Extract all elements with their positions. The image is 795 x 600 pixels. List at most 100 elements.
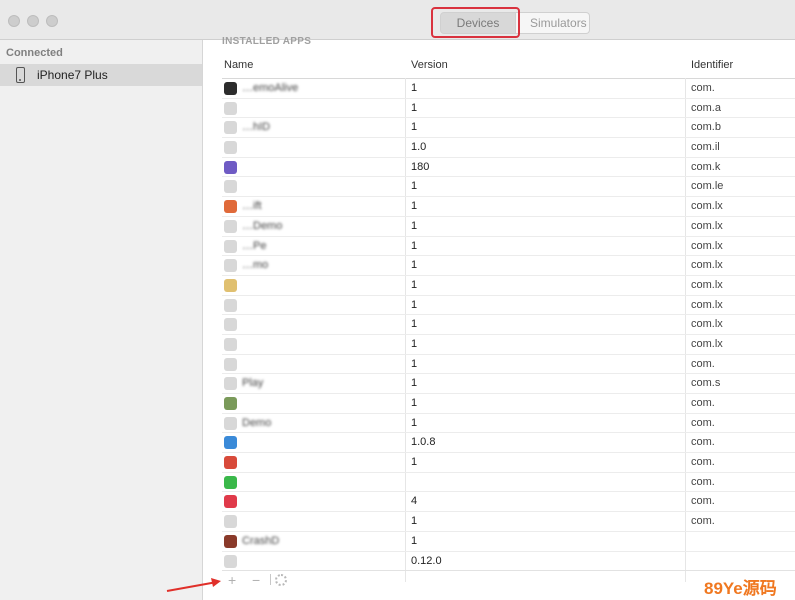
app-identifier-cell: com.lx (691, 259, 723, 272)
app-icon (224, 397, 237, 410)
table-row[interactable]: 1 com.a (222, 99, 795, 119)
app-icon (224, 416, 237, 430)
app-icon (224, 200, 237, 214)
app-identifier-cell: com.lx (691, 219, 723, 232)
table-row[interactable]: 1 com.lx (222, 276, 795, 296)
device-sidebar: Connected iPhone7 Plus (0, 40, 203, 600)
table-row[interactable]: 1.0 com.il (222, 138, 795, 158)
table-row[interactable]: Play 1 com.s (222, 374, 795, 394)
table-row[interactable]: 1 com. (222, 394, 795, 414)
table-row[interactable]: 1 com.lx (222, 296, 795, 316)
app-version-cell: 1 (411, 259, 418, 272)
app-identifier-cell: com.le (691, 180, 724, 193)
table-row[interactable]: 1.0.8 com. (222, 433, 795, 454)
annotation-arrow-icon (166, 578, 221, 592)
close-window-button[interactable] (8, 15, 20, 27)
table-row[interactable]: Demo 1 com. (222, 414, 795, 434)
minimize-window-button[interactable] (27, 15, 39, 27)
table-rows: …emoAlive 1 com. 1 com.a …hID 1 com.b 1.0 com.il 1… (222, 79, 795, 572)
table-row[interactable]: …ift 1 com.lx (222, 197, 795, 217)
app-name-cell: Play (242, 377, 264, 390)
app-icon (224, 495, 237, 509)
app-version-cell: 1 (411, 121, 418, 134)
app-version-cell: 180 (411, 160, 430, 173)
tab-simulators[interactable]: Simulators (516, 12, 590, 34)
table-row[interactable]: com. (222, 473, 795, 493)
app-identifier-cell: com.lx (691, 239, 723, 252)
remove-app-button[interactable]: − (252, 572, 260, 588)
app-icon (224, 377, 237, 391)
window-toolbar: Devices Simulators (0, 0, 795, 40)
app-icon (224, 475, 237, 489)
app-name-cell: …emoAlive (242, 82, 299, 94)
app-identifier-cell: com.b (691, 121, 721, 134)
zoom-window-button[interactable] (46, 15, 58, 27)
table-row[interactable]: 1 com. (222, 512, 795, 532)
app-identifier-cell: com.lx (691, 318, 723, 331)
app-name-cell: …hID (242, 121, 271, 134)
app-icon (224, 554, 237, 568)
app-version-cell: 1 (411, 82, 418, 94)
app-icon (224, 259, 237, 273)
table-row[interactable]: CrashD 1 (222, 532, 795, 552)
app-icon (224, 160, 237, 174)
add-app-button[interactable]: + (228, 572, 236, 588)
app-icon (224, 219, 237, 233)
column-header-version[interactable]: Version (411, 59, 448, 71)
column-header-name[interactable]: Name (224, 59, 253, 71)
app-version-cell: 1 (411, 515, 418, 528)
app-identifier-cell: com.lx (691, 200, 723, 213)
app-version-cell: 1.0.8 (411, 436, 436, 449)
sidebar-item-device[interactable]: iPhone7 Plus (0, 64, 202, 86)
app-icon (224, 121, 237, 135)
app-identifier-cell: com. (691, 495, 715, 508)
app-icon (224, 180, 237, 194)
app-icon (224, 278, 237, 292)
app-icon (224, 101, 237, 115)
app-version-cell: 4 (411, 495, 418, 508)
table-row[interactable]: 1 com.lx (222, 315, 795, 335)
app-name-cell: …Pe (242, 239, 267, 252)
table-row[interactable]: 4 com. (222, 492, 795, 513)
table-row[interactable]: …mo 1 com.lx (222, 256, 795, 276)
app-name-cell: Demo (242, 416, 272, 429)
app-icon (224, 337, 237, 351)
app-icon (224, 141, 237, 155)
column-header-identifier[interactable]: Identifier (691, 59, 733, 71)
device-name-label: iPhone7 Plus (37, 68, 108, 82)
app-version-cell: 1 (411, 239, 418, 252)
table-row[interactable]: 1 com. (222, 453, 795, 473)
table-row[interactable]: …Pe 1 com.lx (222, 237, 795, 257)
app-version-cell: 1 (411, 397, 418, 409)
section-title: INSTALLED APPS (222, 36, 312, 47)
table-row[interactable]: 1 com.le (222, 177, 795, 198)
installed-apps-panel: INSTALLED APPS Name Version Identifier …… (204, 36, 795, 600)
watermark-logo: 89Ye源码 (700, 574, 795, 600)
app-identifier-cell: com. (691, 515, 715, 528)
app-icon (224, 357, 237, 371)
app-version-cell: 1 (411, 357, 418, 370)
table-row[interactable]: 1 com. (222, 355, 795, 375)
app-version-cell: 1 (411, 298, 418, 311)
table-row[interactable]: …emoAlive 1 com. (222, 79, 795, 99)
table-row[interactable]: 0.12.0 (222, 552, 795, 572)
table-row[interactable]: 1 com.lx (222, 335, 795, 355)
table-row[interactable]: 180 com.k (222, 158, 795, 178)
app-icon (224, 534, 237, 548)
app-name-cell: …Demo (242, 219, 283, 232)
table-row[interactable]: …Demo 1 com.lx (222, 217, 795, 237)
app-name-cell: …mo (242, 259, 269, 272)
app-identifier-cell: com. (691, 357, 715, 370)
app-identifier-cell: com.lx (691, 337, 723, 350)
app-icon (224, 298, 237, 312)
app-name-cell: …ift (242, 200, 262, 213)
gear-icon[interactable] (275, 574, 287, 586)
app-identifier-cell: com.k (691, 160, 721, 173)
app-name-cell: CrashD (242, 534, 280, 547)
app-identifier-cell: com.lx (691, 278, 723, 291)
app-version-cell: 1 (411, 180, 418, 193)
app-icon (224, 436, 237, 450)
watermark-text: 89Ye源码 (704, 579, 777, 598)
table-row[interactable]: …hID 1 com.b (222, 118, 795, 139)
app-identifier-cell: com.s (691, 377, 721, 390)
